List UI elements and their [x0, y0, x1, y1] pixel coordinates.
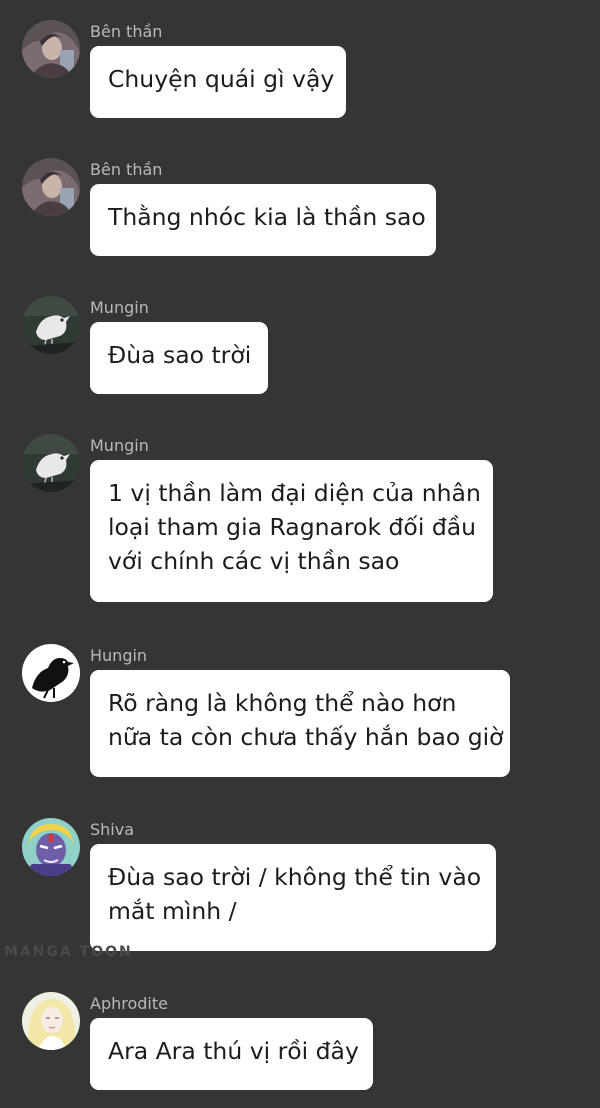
sender-name: Mungin: [90, 436, 149, 455]
sender-name: Bên thần: [90, 160, 163, 179]
white-raven-avatar-icon[interactable]: [22, 434, 80, 492]
message-bubble[interactable]: Rõ ràng là không thể nào hơn nữa ta còn …: [90, 670, 510, 777]
message-text: mắt mình /: [108, 897, 237, 925]
sender-name: Bên thần: [90, 22, 163, 41]
message-text: nữa ta còn chưa thấy hắn bao giờ: [108, 723, 504, 751]
white-raven-avatar-icon[interactable]: [22, 296, 80, 354]
watermark: MANGA TOON: [4, 944, 133, 960]
message-bubble[interactable]: Chuyện quái gì vậy: [90, 46, 346, 118]
message-bubble[interactable]: Ara Ara thú vị rồi đây: [90, 1018, 373, 1090]
hooded-figure-avatar-icon[interactable]: [22, 20, 80, 78]
sender-name: Hungin: [90, 646, 148, 665]
message-text: Rõ ràng là không thể nào hơn: [108, 689, 457, 717]
message-bubble[interactable]: 1 vị thần làm đại diện của nhân loại tha…: [90, 460, 493, 602]
message-text: với chính các vị thần sao: [108, 547, 400, 575]
sender-name: Shiva: [90, 820, 135, 839]
black-crow-avatar-icon[interactable]: [22, 644, 80, 702]
message-text: loại tham gia Ragnarok đối đầu: [108, 513, 477, 541]
message-bubble[interactable]: Thằng nhóc kia là thần sao: [90, 184, 436, 256]
message-text: Đùa sao trời: [108, 341, 252, 369]
shiva-portrait-avatar-icon[interactable]: [22, 818, 80, 876]
hooded-figure-avatar-icon[interactable]: [22, 158, 80, 216]
aphrodite-portrait-avatar-icon[interactable]: [22, 992, 80, 1050]
message-bubble[interactable]: Đùa sao trời: [90, 322, 268, 394]
message-text: Ara Ara thú vị rồi đây: [108, 1037, 359, 1065]
message-text: 1 vị thần làm đại diện của nhân: [108, 479, 481, 507]
sender-name: Aphrodite: [90, 994, 168, 1013]
message-text: Thằng nhóc kia là thần sao: [108, 203, 426, 231]
message-bubble[interactable]: Đùa sao trời / không thể tin vào mắt mìn…: [90, 844, 496, 951]
message-text: Chuyện quái gì vậy: [108, 65, 335, 93]
message-text: Đùa sao trời / không thể tin vào: [108, 863, 482, 891]
sender-name: Mungin: [90, 298, 149, 317]
